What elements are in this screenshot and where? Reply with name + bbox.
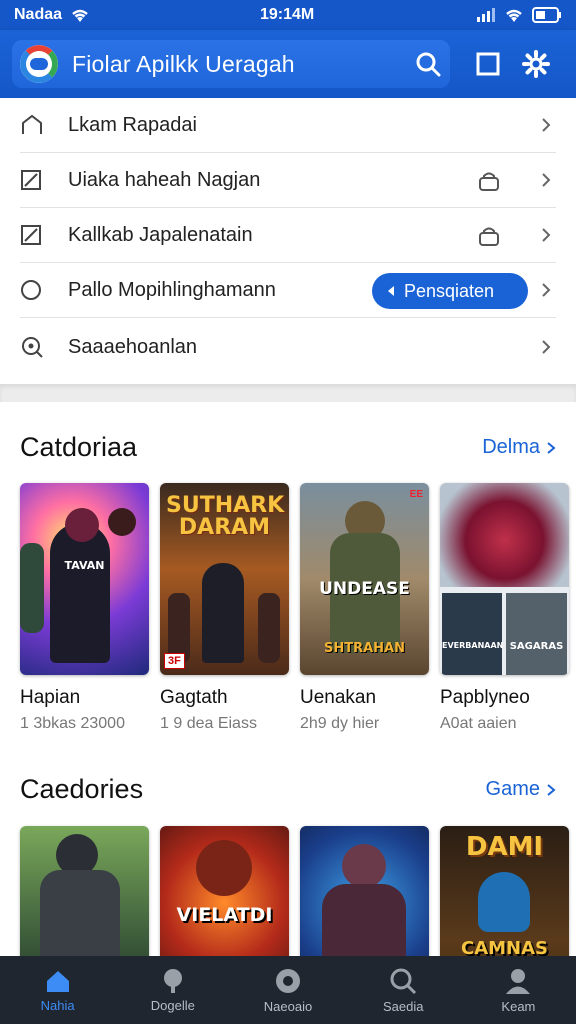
chevron-left-icon xyxy=(388,286,394,296)
chevron-right-icon xyxy=(542,118,551,132)
settings-button[interactable] xyxy=(512,40,560,88)
menu-list: Lkam Rapadai Uiaka haheah Nagjan Kallkab… xyxy=(0,98,576,376)
game-card[interactable]: UNDEASE SHTRAHAN EE Uenakan 2h9 dy hier xyxy=(300,483,429,733)
status-bar: Nadaa 19:14M xyxy=(0,0,576,30)
menu-item-label: Saaaehoanlan xyxy=(68,335,198,358)
square-icon-button[interactable] xyxy=(464,40,512,88)
clock: 19:14M xyxy=(260,6,315,23)
game-card[interactable]: SUTHARK DARAM 3F Gagtath 1 9 dea Eiass xyxy=(160,483,289,733)
signal-icon xyxy=(477,8,495,22)
card-title: Gagtath xyxy=(160,687,228,708)
thumbnail-overlay-text: UNDEASE xyxy=(319,579,410,599)
thumbnail-overlay-text: DAMI xyxy=(465,832,544,862)
nav-item-3[interactable]: Naeoaio xyxy=(230,956,345,1024)
nav-label: Nahia xyxy=(40,997,75,1013)
menu-item-5[interactable]: Saaaehoanlan xyxy=(20,318,556,376)
see-all-label: Game xyxy=(485,778,540,800)
checkbox-icon xyxy=(21,225,41,245)
card-title: Hapian xyxy=(20,687,81,708)
square-icon xyxy=(476,52,500,76)
action-pill-button[interactable]: Pensqiaten xyxy=(372,273,528,309)
menu-item-home[interactable]: Lkam Rapadai xyxy=(20,98,556,153)
nav-label: Naeoaio xyxy=(263,998,313,1014)
wifi-icon xyxy=(72,9,88,22)
gear-icon xyxy=(522,50,550,78)
thumbnail-overlay-text: TAVAN xyxy=(64,559,105,572)
checkbox-icon xyxy=(21,170,41,190)
card-subtitle: 1 9 dea Eiass xyxy=(160,715,257,732)
section-see-all-link[interactable]: Game xyxy=(486,778,556,801)
game-card-row-1: TAVAN Hapian 1 3bkas 23000 SUTHARK DARAM… xyxy=(20,483,569,733)
menu-item-4[interactable]: Pallo Mopihlinghamann Pensqiaten xyxy=(20,263,556,318)
home-outline-icon xyxy=(22,114,42,134)
card-subtitle: 2h9 dy hier xyxy=(300,715,380,732)
chevron-right-icon xyxy=(547,441,556,454)
battery-icon xyxy=(532,7,561,23)
chevron-right-icon xyxy=(547,783,556,796)
nav-item-home[interactable]: Nahia xyxy=(0,956,115,1024)
carrier-label: Nadaa xyxy=(14,6,63,23)
bottom-navigation: Nahia Dogelle Naeoaio Saedia Keam xyxy=(0,956,576,1024)
thumbnail-overlay-text: SAGARAS xyxy=(509,641,564,652)
search-icon[interactable] xyxy=(414,50,442,78)
action-pill-label: Pensqiaten xyxy=(404,280,495,301)
game-card[interactable]: EVERBANAAN SAGARAS Papblyneo A0at aaien xyxy=(440,483,569,733)
compass-icon xyxy=(276,968,300,993)
section-header-2: Caedories Game xyxy=(20,774,556,805)
lock-icon xyxy=(479,227,499,246)
wifi-icon xyxy=(506,9,522,22)
section-divider xyxy=(0,384,576,402)
rating-badge: EE xyxy=(409,489,423,500)
tree-icon xyxy=(163,968,182,993)
game-thumbnail: TAVAN xyxy=(20,483,149,675)
search-bar[interactable]: Fiolar Apilkk Ueragah xyxy=(12,40,450,88)
menu-item-2[interactable]: Uiaka haheah Nagjan xyxy=(20,153,556,208)
app-logo xyxy=(20,45,58,83)
game-thumbnail: EVERBANAAN SAGARAS xyxy=(440,483,569,675)
thumbnail-overlay-text: SHTRAHAN xyxy=(323,641,405,656)
card-title: Papblyneo xyxy=(440,687,530,708)
nav-item-5[interactable]: Keam xyxy=(461,956,576,1024)
card-subtitle: 1 3bkas 23000 xyxy=(20,715,125,732)
nav-label: Dogelle xyxy=(150,997,195,1013)
see-all-label: Delma xyxy=(482,436,540,458)
search-icon xyxy=(390,968,417,994)
nav-label: Saedia xyxy=(382,998,424,1014)
section-see-all-link[interactable]: Delma xyxy=(482,436,556,459)
section-title: Caedories xyxy=(20,774,144,804)
home-icon xyxy=(46,970,69,992)
search-circle-icon xyxy=(22,337,43,358)
menu-item-3[interactable]: Kallkab Japalenatain xyxy=(20,208,556,263)
chevron-right-icon xyxy=(542,283,551,297)
chevron-right-icon xyxy=(542,340,551,354)
chevron-right-icon xyxy=(542,173,551,187)
app-title: Fiolar Apilkk Ueragah xyxy=(72,50,295,77)
card-subtitle: A0at aaien xyxy=(440,715,517,732)
rating-badge: 3F xyxy=(164,653,185,669)
person-icon xyxy=(506,968,531,994)
game-card[interactable]: TAVAN Hapian 1 3bkas 23000 xyxy=(20,483,149,733)
lock-icon xyxy=(479,172,499,191)
chevron-right-icon xyxy=(542,228,551,242)
section-title: Catdoriaa xyxy=(20,432,138,462)
thumbnail-overlay-text: VIELATDI xyxy=(176,904,273,926)
circle-icon xyxy=(21,280,41,300)
game-thumbnail: UNDEASE SHTRAHAN EE xyxy=(300,483,429,675)
thumbnail-overlay-text: SUTHARK DARAM xyxy=(166,493,285,540)
menu-item-label: Lkam Rapadai xyxy=(68,113,197,136)
nav-item-2[interactable]: Dogelle xyxy=(115,956,230,1024)
game-thumbnail: SUTHARK DARAM 3F xyxy=(160,483,289,675)
card-title: Uenakan xyxy=(300,687,377,708)
thumbnail-overlay-text: EVERBANAAN xyxy=(442,641,504,650)
nav-label: Keam xyxy=(501,998,536,1014)
nav-item-4[interactable]: Saedia xyxy=(346,956,461,1024)
section-header-1: Catdoriaa Delma xyxy=(20,432,556,463)
app-bar: Fiolar Apilkk Ueragah xyxy=(0,30,576,98)
